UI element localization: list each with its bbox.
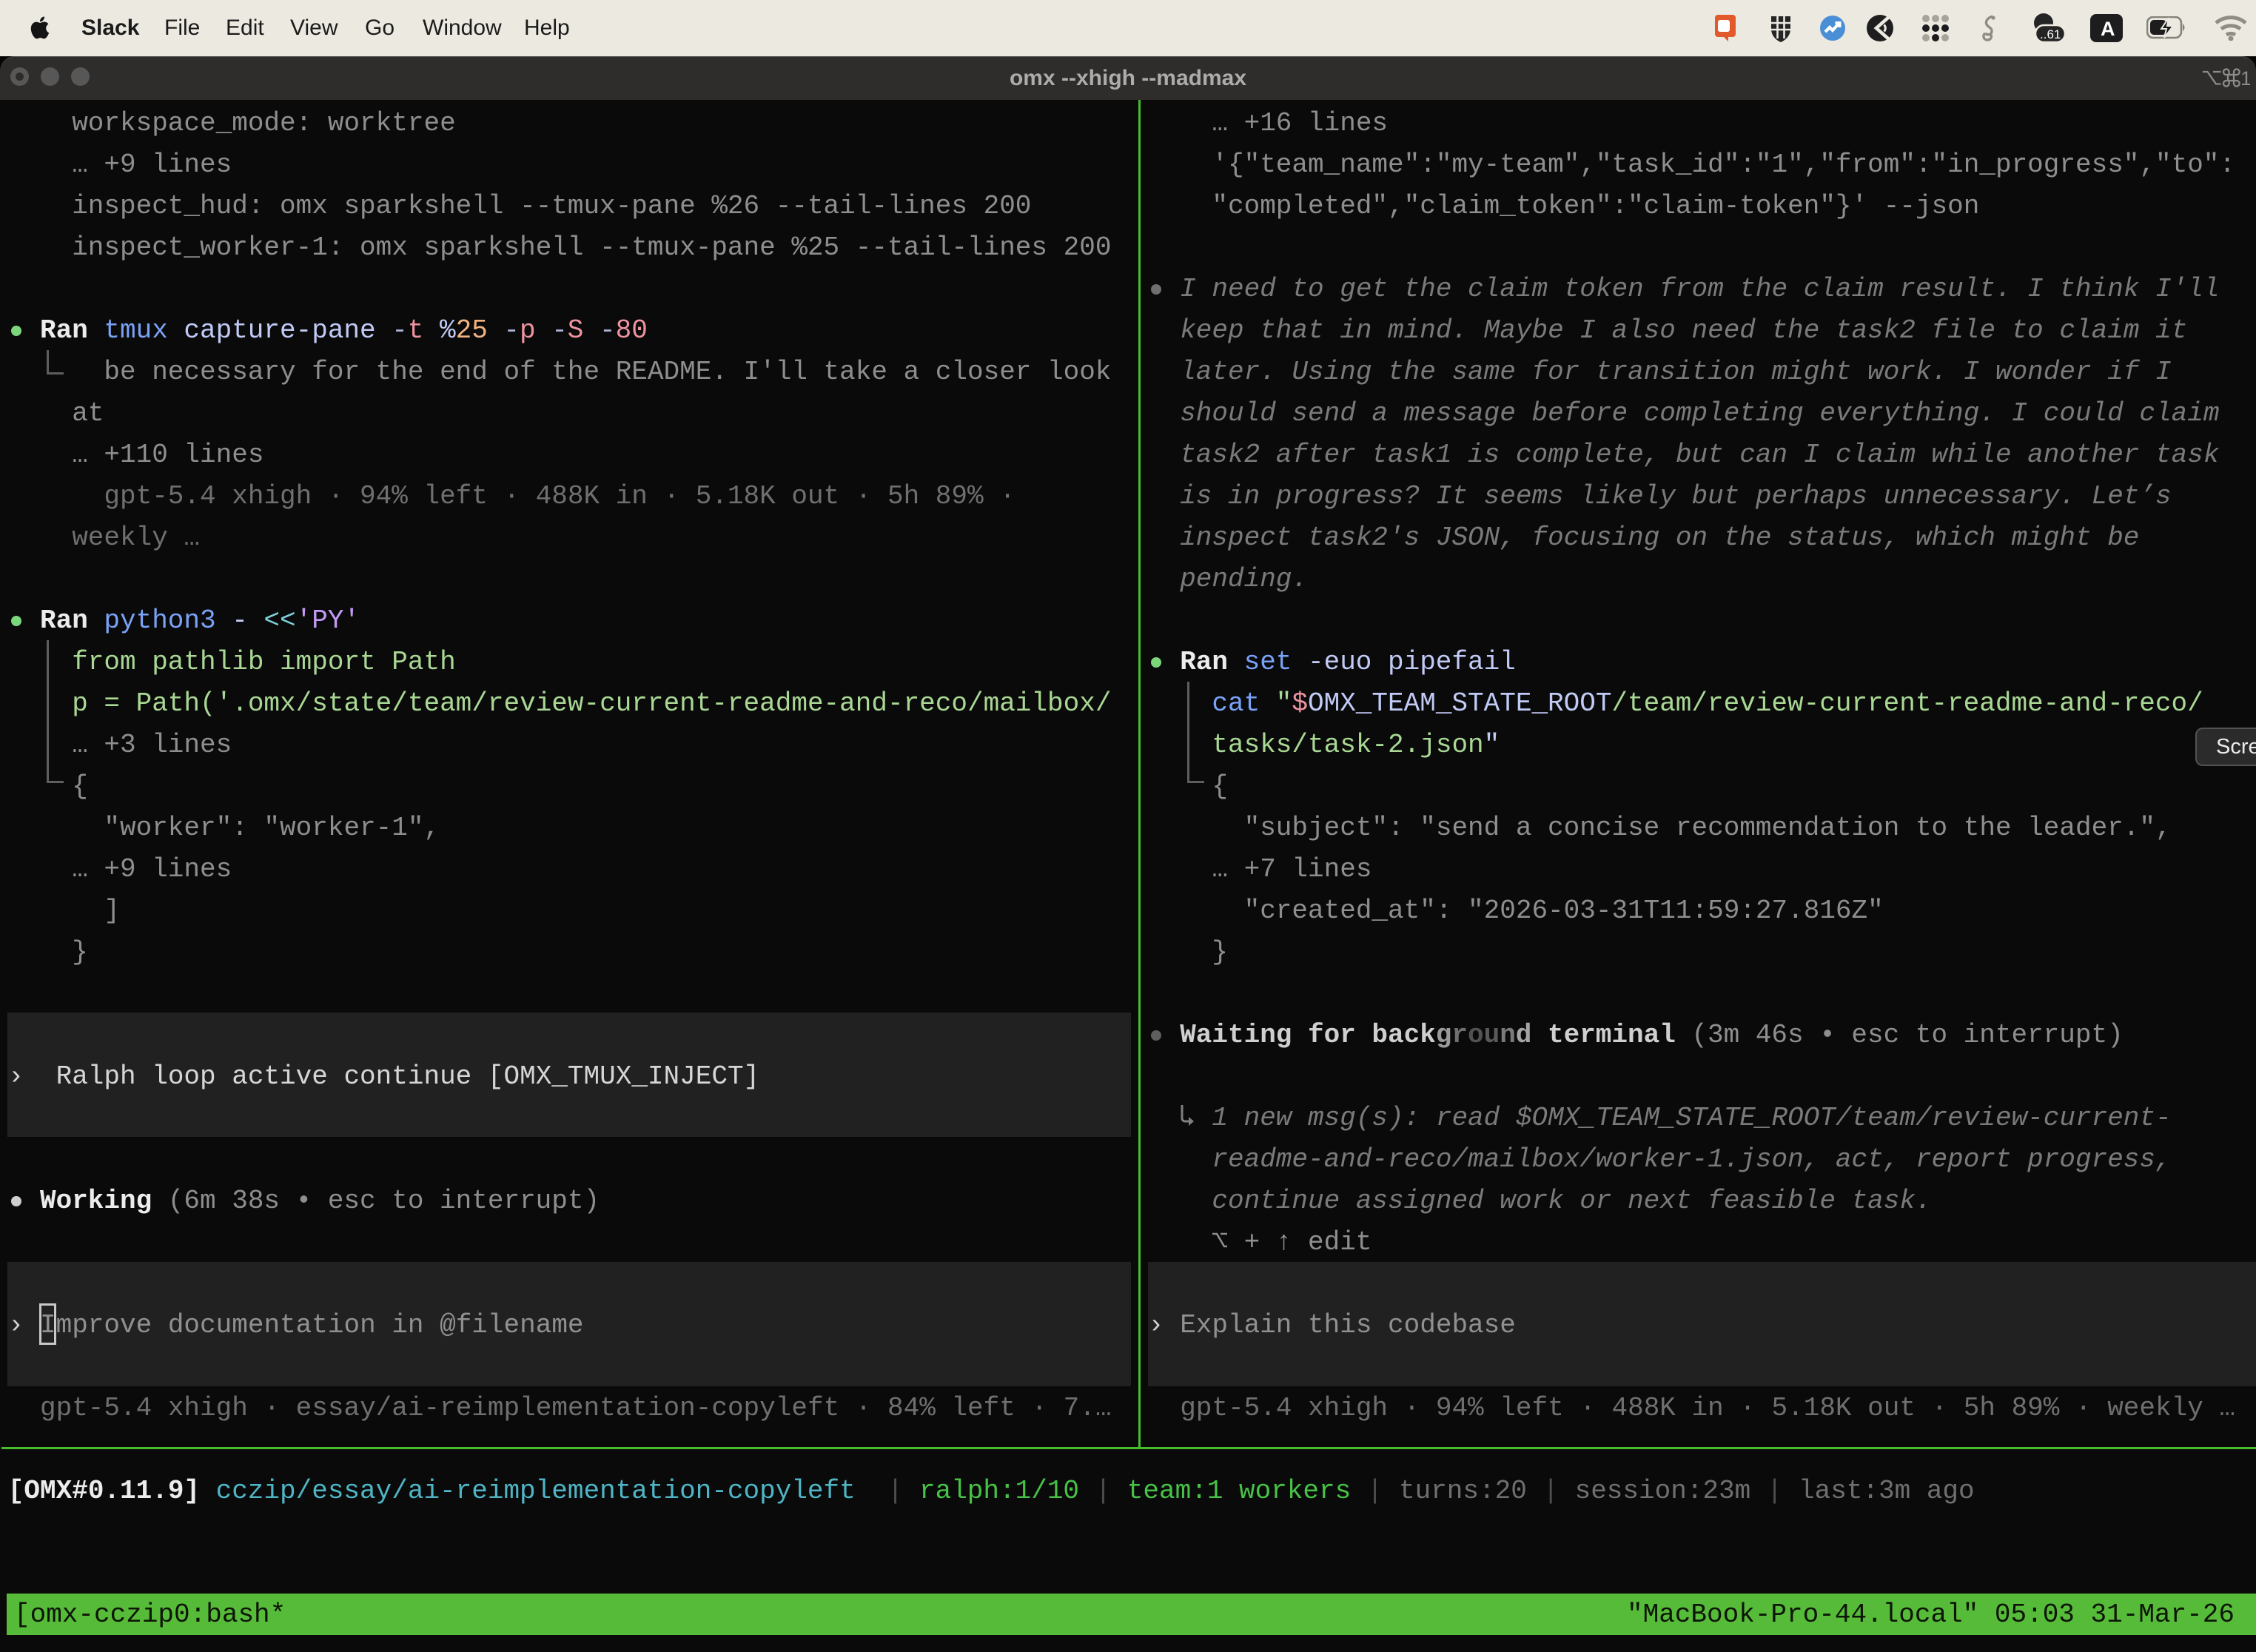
svg-text:A: A — [2101, 18, 2115, 40]
svg-text:..61: ..61 — [2040, 27, 2061, 41]
svg-text:1: 1 — [2240, 67, 2250, 89]
